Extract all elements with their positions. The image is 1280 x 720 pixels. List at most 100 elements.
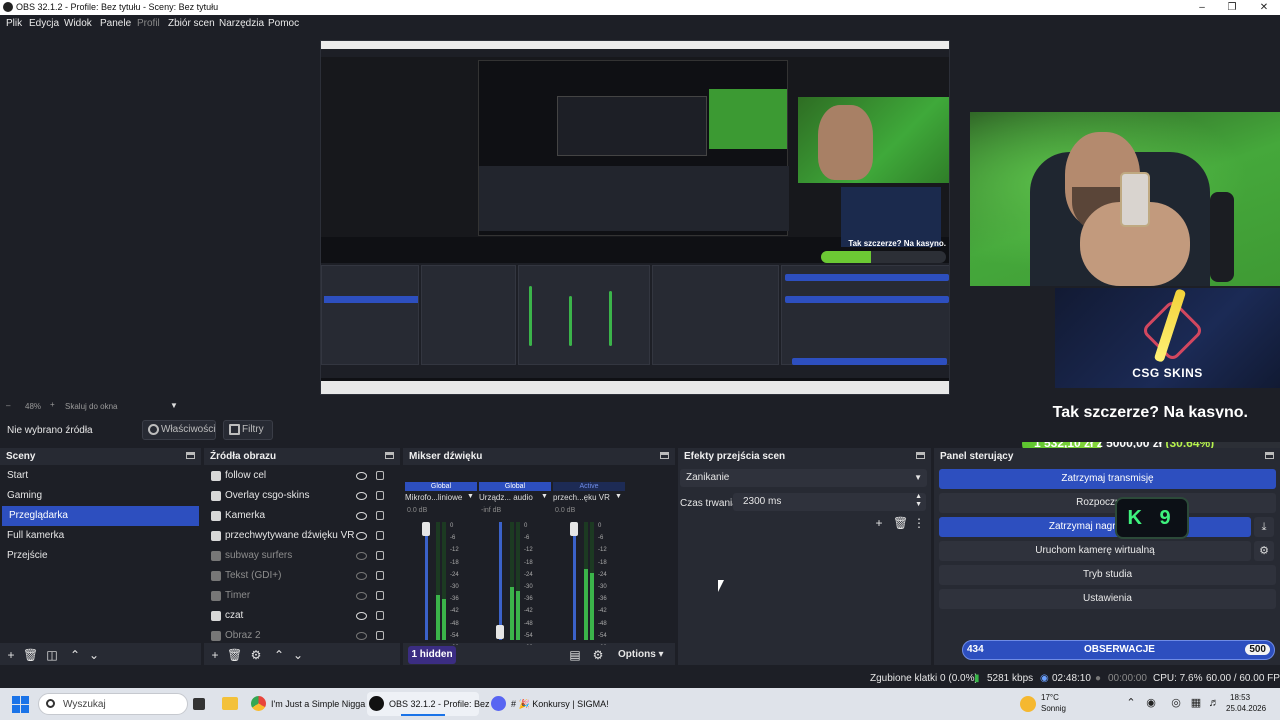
task-view-icon[interactable]: [193, 698, 205, 710]
menu-profile[interactable]: Profil: [137, 18, 160, 29]
chevron-down-icon[interactable]: ▼: [170, 401, 178, 410]
volume-fader[interactable]: [425, 522, 428, 640]
volume-fader[interactable]: [573, 522, 576, 640]
volume-fader-knob[interactable]: [570, 522, 578, 536]
source-item[interactable]: przechwytywane dźwięku VR: [204, 526, 396, 546]
popout-icon[interactable]: [916, 452, 925, 459]
move-down-icon[interactable]: ⌄: [88, 649, 100, 661]
menu-tools[interactable]: Narzędzia: [219, 18, 264, 29]
duration-input[interactable]: 2300 ms ▲ ▼: [733, 493, 926, 511]
lock-icon[interactable]: [376, 631, 384, 640]
fit-to-window[interactable]: Skaluj do okna: [65, 402, 117, 411]
chevron-down-icon[interactable]: ▼: [541, 493, 548, 500]
lock-icon[interactable]: [376, 531, 384, 540]
volume-fader-knob[interactable]: [422, 522, 430, 536]
visibility-eye-icon[interactable]: [356, 592, 367, 600]
studio-mode-button[interactable]: Tryb studia: [939, 565, 1276, 585]
menu-help[interactable]: Pomoc: [268, 18, 299, 29]
hidden-channels-button[interactable]: 1 hidden: [408, 646, 456, 664]
visibility-eye-icon[interactable]: [356, 552, 367, 560]
move-up-icon[interactable]: ⌃: [273, 649, 285, 661]
move-down-icon[interactable]: ⌄: [292, 649, 304, 661]
virtual-camera-button[interactable]: Uruchom kamerę wirtualną: [939, 541, 1251, 561]
chevron-down-icon[interactable]: ▼: [467, 493, 474, 500]
maximize-icon[interactable]: ❐: [1217, 0, 1247, 15]
taskbar-app-discord[interactable]: # 🎉 Konkursy | SIGMA!: [489, 692, 609, 716]
add-icon[interactable]: +: [5, 649, 17, 661]
trash-icon[interactable]: 🗑: [227, 649, 242, 661]
settings-button[interactable]: Ustawienia: [939, 589, 1276, 609]
volume-fader[interactable]: [499, 522, 502, 640]
more-icon[interactable]: ⋮: [913, 517, 925, 529]
trash-icon[interactable]: 🗑: [23, 649, 38, 661]
download-icon[interactable]: ⤓: [1254, 517, 1274, 537]
visibility-eye-icon[interactable]: [356, 492, 367, 500]
lock-icon[interactable]: [376, 491, 384, 500]
start-recording-button[interactable]: Rozpocznij na: [939, 493, 1276, 513]
taskbar-app-obs[interactable]: OBS 32.1.2 - Profile: Bez: [367, 692, 490, 716]
close-icon[interactable]: ✕: [1249, 0, 1279, 15]
popout-icon[interactable]: [660, 452, 669, 459]
source-item[interactable]: subway surfers: [204, 546, 396, 566]
source-item[interactable]: Kamerka: [204, 506, 396, 526]
visibility-eye-icon[interactable]: [356, 532, 367, 540]
network-icon[interactable]: ▦: [1190, 697, 1202, 709]
volume-fader-knob[interactable]: [496, 625, 504, 639]
scene-gaming[interactable]: Gaming: [0, 486, 201, 506]
lock-icon[interactable]: [376, 591, 384, 600]
chevron-up-icon[interactable]: ⌃: [1125, 697, 1137, 709]
lock-icon[interactable]: [376, 551, 384, 560]
source-item[interactable]: follow cel: [204, 466, 396, 486]
source-item[interactable]: Timer: [204, 586, 396, 606]
mixer-settings-icon[interactable]: ⚙: [592, 649, 604, 661]
lock-icon[interactable]: [376, 611, 384, 620]
trash-icon[interactable]: 🗑: [893, 517, 908, 529]
scene-przegladarka[interactable]: Przeglądarka: [2, 506, 199, 526]
menu-file[interactable]: Plik: [6, 18, 22, 29]
visibility-eye-icon[interactable]: [356, 472, 367, 480]
chevron-down-icon[interactable]: ▼: [615, 493, 622, 500]
scene-przejscie[interactable]: Przejście: [0, 546, 201, 566]
stop-stream-button[interactable]: Zatrzymaj transmisję: [939, 469, 1276, 489]
file-explorer-icon[interactable]: [222, 697, 238, 710]
add-icon[interactable]: +: [209, 649, 221, 661]
source-item[interactable]: czat: [204, 606, 396, 626]
transition-select[interactable]: Zanikanie ▼: [680, 469, 927, 487]
scene-full-kamerka[interactable]: Full kamerka: [0, 526, 201, 546]
windows-start-icon[interactable]: [12, 696, 29, 713]
menu-view[interactable]: Widok: [64, 18, 92, 29]
lock-icon[interactable]: [376, 571, 384, 580]
move-up-icon[interactable]: ⌃: [69, 649, 81, 661]
visibility-eye-icon[interactable]: [356, 512, 367, 520]
popout-icon[interactable]: [186, 452, 195, 459]
taskbar-search[interactable]: Wyszukaj: [38, 693, 188, 715]
volume-icon[interactable]: ♬: [1208, 697, 1220, 709]
filters-button[interactable]: Filtry: [223, 420, 273, 440]
visibility-eye-icon[interactable]: [356, 632, 367, 640]
gear-icon[interactable]: ⚙: [250, 649, 262, 661]
filter-icon[interactable]: ◫: [46, 649, 58, 661]
gear-icon[interactable]: ⚙: [1254, 541, 1274, 561]
add-icon[interactable]: +: [873, 517, 885, 529]
source-item[interactable]: Obraz 2: [204, 626, 396, 646]
layout-icon[interactable]: ▤: [569, 649, 581, 661]
zoom-in-icon[interactable]: +: [50, 400, 55, 409]
source-item[interactable]: Tekst (GDI+): [204, 566, 396, 586]
mixer-options-button[interactable]: Options ▾: [618, 649, 664, 660]
menu-scene-collection[interactable]: Zbiór scen: [168, 18, 215, 29]
visibility-eye-icon[interactable]: [356, 612, 367, 620]
popout-icon[interactable]: [1265, 452, 1274, 459]
popout-icon[interactable]: [385, 452, 394, 459]
scene-start[interactable]: Start: [0, 466, 201, 486]
menu-docks[interactable]: Panele: [100, 18, 131, 29]
menu-edit[interactable]: Edycja: [29, 18, 59, 29]
minimize-icon[interactable]: –: [1187, 0, 1217, 15]
taskbar-app-chrome[interactable]: I'm Just a Simple Nigga: [249, 692, 365, 716]
visibility-eye-icon[interactable]: [356, 572, 367, 580]
lock-icon[interactable]: [376, 471, 384, 480]
stop-recording-button[interactable]: Zatrzymaj nagrywani: [939, 517, 1251, 537]
source-item[interactable]: Overlay csgo-skins: [204, 486, 396, 506]
zoom-out-icon[interactable]: –: [6, 401, 10, 410]
properties-button[interactable]: Właściwości: [142, 420, 216, 440]
lock-icon[interactable]: [376, 511, 384, 520]
